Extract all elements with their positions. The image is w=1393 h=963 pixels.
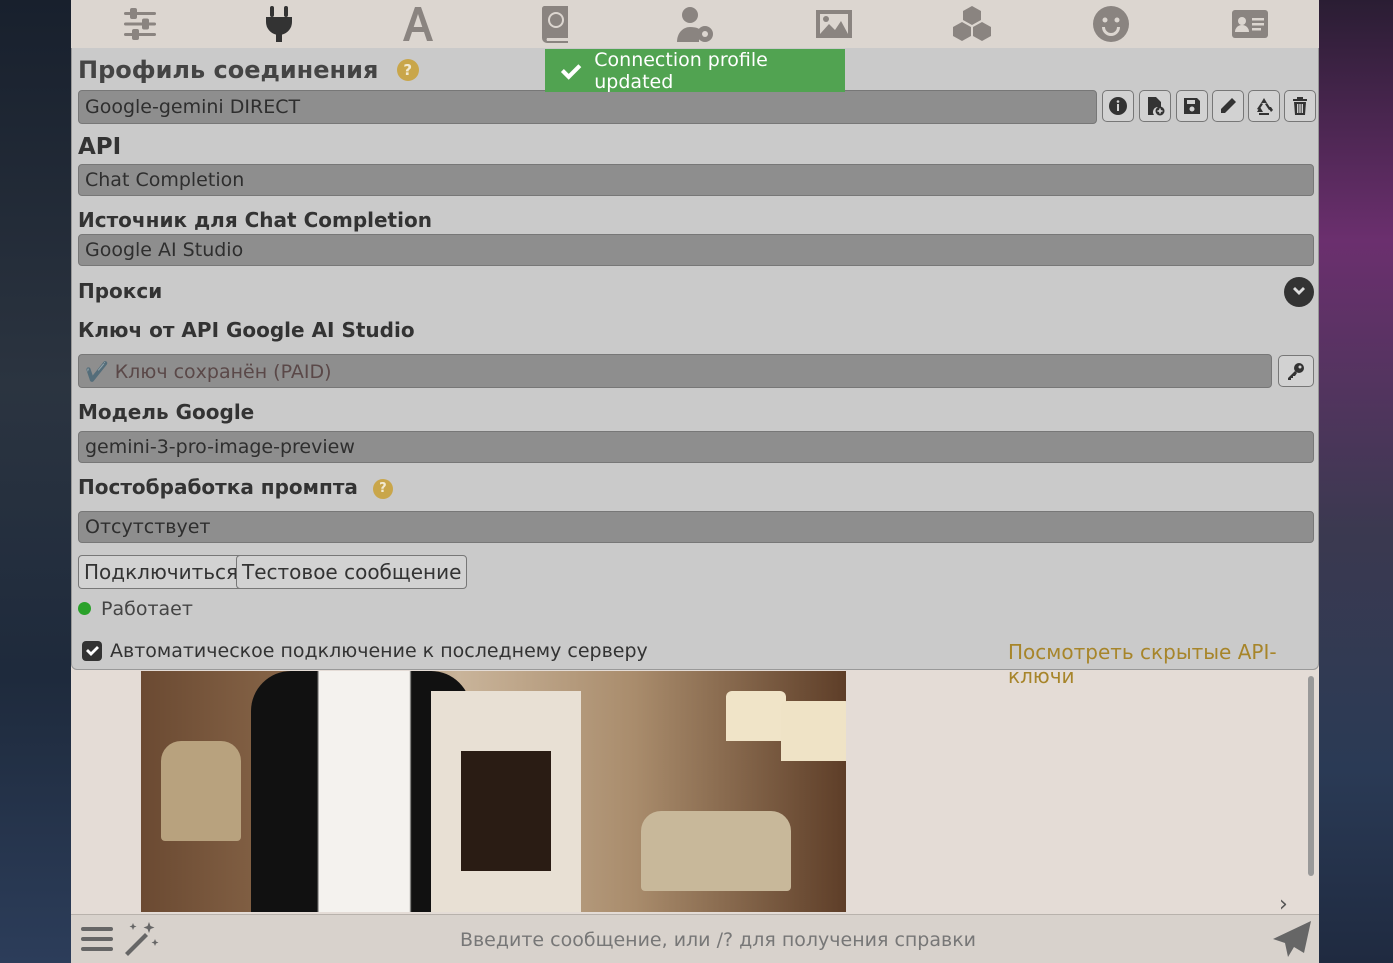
model-value: gemini-3-pro-image-preview — [85, 436, 355, 458]
proxy-label: Прокси — [78, 279, 163, 303]
image-lamp — [781, 701, 846, 761]
pencil-icon — [1221, 98, 1236, 113]
cubes-icon[interactable] — [948, 1, 996, 47]
panel-title: Профиль соединения ? — [78, 56, 419, 84]
postprocess-value: Отсутствует — [85, 516, 211, 538]
api-select[interactable]: Chat Completion — [78, 164, 1314, 196]
recycle-icon — [1257, 98, 1273, 115]
profile-select[interactable]: Google-gemini DIRECT — [78, 90, 1097, 124]
info-button[interactable] — [1102, 90, 1134, 122]
bottom-bar — [71, 914, 1319, 963]
sliders-icon[interactable] — [116, 1, 164, 47]
chat-generated-image[interactable] — [141, 671, 846, 912]
toast-notification[interactable]: Connection profile updated — [545, 48, 845, 93]
api-key-input[interactable]: ✔️ Ключ сохранён (PAID) — [78, 354, 1272, 388]
help-icon[interactable]: ? — [372, 479, 393, 499]
smile-icon[interactable] — [1087, 1, 1135, 47]
postprocess-label-text: Постобработка промпта — [78, 475, 358, 499]
model-select[interactable]: gemini-3-pro-image-preview — [78, 431, 1314, 463]
api-value: Chat Completion — [85, 169, 245, 191]
file-plus-icon — [1148, 97, 1165, 116]
source-value: Google AI Studio — [85, 239, 244, 261]
auto-connect-checkbox[interactable] — [82, 641, 102, 661]
status-indicator — [78, 602, 91, 615]
hidden-keys-link[interactable]: Посмотреть скрытые API-ключи — [1008, 640, 1318, 688]
postprocess-select[interactable]: Отсутствует — [78, 511, 1314, 543]
chevron-down-icon — [1293, 287, 1305, 295]
help-icon[interactable]: ? — [396, 59, 419, 81]
source-label: Источник для Chat Completion — [78, 208, 432, 232]
id-card-icon[interactable] — [1226, 1, 1274, 47]
toast-message: Connection profile updated — [594, 48, 768, 93]
proxy-toggle[interactable] — [1284, 277, 1314, 307]
api-key-label: Ключ от API Google AI Studio — [78, 318, 415, 342]
profile-value: Google-gemini DIRECT — [85, 96, 301, 118]
menu-icon[interactable] — [79, 921, 115, 957]
key-button[interactable] — [1278, 355, 1314, 387]
message-input[interactable] — [181, 921, 1255, 959]
chat-scrollbar[interactable] — [1308, 676, 1314, 876]
panel-title-text: Профиль соединения — [78, 56, 379, 84]
new-profile-button[interactable] — [1139, 90, 1171, 122]
send-icon[interactable] — [1271, 919, 1313, 959]
user-gear-icon[interactable] — [671, 1, 719, 47]
source-select[interactable]: Google AI Studio — [78, 234, 1314, 266]
model-label: Модель Google — [78, 400, 255, 424]
book-globe-icon[interactable] — [532, 1, 580, 47]
image-icon[interactable] — [810, 1, 858, 47]
save-profile-button[interactable] — [1176, 90, 1208, 122]
image-sofa — [641, 811, 791, 891]
postprocess-label: Постобработка промпта ? — [78, 475, 393, 499]
trash-icon — [1293, 97, 1307, 115]
magic-wand-icon[interactable] — [121, 919, 161, 959]
auto-connect-label[interactable]: Автоматическое подключение к последнему … — [110, 640, 648, 662]
font-a-icon[interactable] — [394, 1, 442, 47]
rename-profile-button[interactable] — [1212, 90, 1244, 122]
connect-button[interactable]: Подключиться — [78, 555, 245, 589]
image-chair — [161, 741, 241, 841]
floppy-disk-icon — [1184, 98, 1200, 114]
image-fireplace — [431, 691, 581, 912]
background-right — [1318, 0, 1393, 963]
checkmark-icon — [560, 63, 582, 80]
info-icon — [1109, 97, 1127, 115]
status-text: Работает — [101, 598, 193, 620]
plug-icon[interactable] — [255, 1, 303, 47]
reload-profile-button[interactable] — [1248, 90, 1280, 122]
top-nav — [71, 0, 1319, 49]
checkmark-icon — [86, 646, 99, 656]
test-message-button[interactable]: Тестовое сообщение — [236, 555, 468, 589]
api-label: API — [78, 134, 122, 160]
image-lamp — [726, 691, 786, 741]
background-left — [0, 0, 72, 963]
api-key-value: ✔️ Ключ сохранён (PAID) — [85, 360, 332, 383]
connection-panel: Профиль соединения ? Google-gemini DIREC… — [71, 48, 1319, 688]
delete-profile-button[interactable] — [1284, 90, 1316, 122]
key-icon — [1288, 363, 1304, 380]
